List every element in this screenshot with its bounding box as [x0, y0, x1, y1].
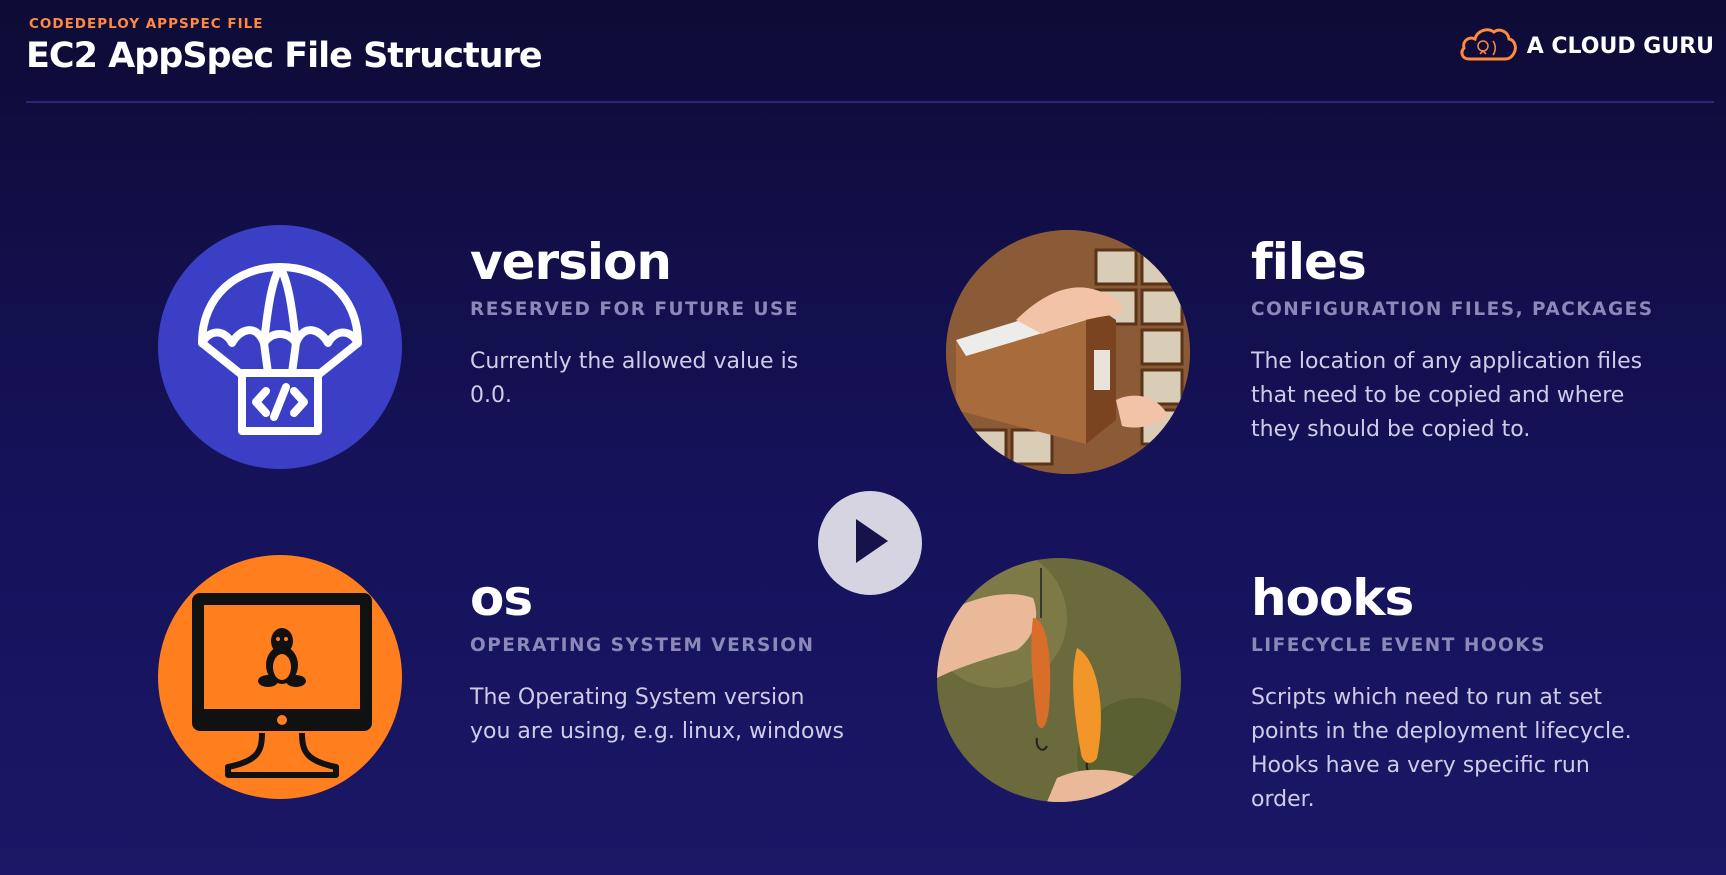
play-button[interactable]	[818, 491, 922, 595]
files-description: The location of any application files th…	[1251, 349, 1643, 442]
hooks-illustration	[937, 558, 1181, 802]
files-subtitle: CONFIGURATION FILES, PACKAGES	[1251, 299, 1654, 320]
files-title: files	[1251, 233, 1367, 291]
version-illustration	[158, 225, 402, 469]
cloud-logo-icon	[1459, 26, 1517, 67]
play-icon	[848, 517, 892, 570]
version-description: Currently the allowed value is 0.0.	[470, 349, 799, 408]
parachute-code-icon	[158, 225, 402, 469]
files-illustration	[946, 230, 1190, 474]
header-divider	[26, 101, 1714, 103]
os-subtitle: OPERATING SYSTEM VERSION	[470, 635, 815, 656]
brand-name: A CLOUD GURU	[1526, 34, 1714, 59]
version-title: version	[470, 233, 672, 291]
hooks-description: Scripts which need to run at set points …	[1251, 685, 1632, 812]
hooks-title: hooks	[1251, 569, 1414, 627]
os-title: os	[470, 569, 533, 627]
version-subtitle: RESERVED FOR FUTURE USE	[470, 299, 800, 320]
hooks-subtitle: LIFECYCLE EVENT HOOKS	[1251, 635, 1546, 656]
page-title: EC2 AppSpec File Structure	[26, 36, 543, 76]
linux-monitor-icon	[158, 555, 402, 799]
os-description: The Operating System version you are usi…	[470, 685, 844, 744]
eyebrow-label: CODEDEPLOY APPSPEC FILE	[29, 16, 264, 32]
os-illustration	[158, 555, 402, 799]
file-cabinet-photo	[946, 230, 1190, 474]
brand-logo: A CLOUD GURU	[1459, 26, 1714, 67]
fishing-lures-photo	[937, 558, 1181, 802]
